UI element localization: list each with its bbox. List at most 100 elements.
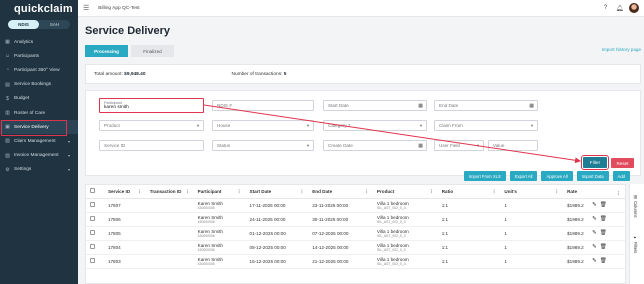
edit-icon[interactable]: ✎ — [592, 216, 597, 222]
user-field-select[interactable]: User Field ▼ — [434, 140, 484, 151]
claim-icon: ▧ — [5, 138, 10, 145]
column-menu-icon[interactable]: ⋮ — [616, 191, 621, 197]
row-checkbox[interactable] — [90, 216, 95, 221]
tab-finalized[interactable]: Finalized — [131, 45, 174, 57]
product-name: Villa 1 bedroom — [376, 242, 409, 248]
toggle-ndis[interactable]: NDIS — [8, 20, 39, 29]
sidebar-item-invoice-management[interactable]: ▨ Invoice Management ▾ — [0, 149, 78, 163]
service-id-cell: 17803 — [103, 254, 146, 269]
trash-icon[interactable]: 🗑︎ — [600, 258, 607, 264]
col-service-id[interactable]: Service ID ⋮ — [103, 185, 146, 199]
row-checkbox[interactable] — [90, 230, 95, 235]
end-date-input[interactable]: End Date ▦ — [434, 100, 538, 111]
col-participant[interactable]: Participant ⋮ — [193, 185, 246, 199]
sidebar-item-budget[interactable]: $ Budget — [0, 92, 78, 106]
sidebar-item-analytics[interactable]: ▦ Analytics — [0, 35, 78, 49]
trash-icon[interactable]: 🗑︎ — [600, 216, 607, 222]
table-row[interactable]: 17803 Karen Smith 430000006 15-12-2025 00:0… — [86, 254, 625, 269]
import-xls-button[interactable]: Import From XLS — [463, 171, 506, 181]
calendar-icon[interactable]: ▦ — [418, 143, 423, 149]
import-history-link[interactable]: Import history page — [602, 47, 641, 52]
tab-processing[interactable]: Processing — [85, 45, 128, 57]
calendar-icon[interactable]: ▦ — [418, 103, 423, 109]
category-select[interactable]: Category 7 ▼ — [323, 120, 427, 131]
menu-icon[interactable]: ☰ — [83, 4, 89, 12]
edit-icon[interactable]: ✎ — [592, 258, 597, 264]
approve-all-button[interactable]: Approve All — [541, 171, 573, 181]
export-all-button[interactable]: Export All — [509, 171, 538, 181]
col-rate[interactable]: Rate — [563, 185, 589, 199]
import-data-button[interactable]: Import Data — [576, 171, 609, 181]
row-checkbox[interactable] — [90, 202, 95, 207]
claim-from-select[interactable]: Claim From ▼ — [434, 120, 538, 131]
house-select[interactable]: House ▼ — [212, 120, 314, 131]
select-all-checkbox[interactable] — [90, 188, 95, 194]
columns-panel-toggle[interactable]: ▥ Columns — [633, 194, 638, 218]
status-tabs: Processing Finalized — [85, 45, 177, 57]
column-menu-icon[interactable]: ⋮ — [137, 189, 142, 195]
table-row[interactable]: 17807 Karen Smith 430000006 17-11-2025 00:0… — [86, 198, 625, 213]
reset-button[interactable]: Reset — [611, 158, 634, 168]
sidebar-item-service-bookings[interactable]: ▤ Service Bookings — [0, 78, 78, 92]
col-start-date[interactable]: Start Date ⋮ — [245, 185, 309, 199]
sidebar-item-participant-360-view[interactable]: ◔ Participant 360° View — [0, 63, 78, 77]
table-row[interactable]: 17806 Karen Smith 430000006 24-11-2025 00:0… — [86, 212, 625, 227]
trash-icon[interactable]: 🗑︎ — [600, 244, 607, 250]
status-select[interactable]: Status ▼ — [212, 140, 314, 151]
program-toggle[interactable]: NDIS SAH — [8, 20, 70, 29]
service-id-input[interactable]: Service ID — [99, 140, 204, 151]
add-button[interactable]: Add — [612, 171, 630, 181]
col-units[interactable]: Unit's ⋮ — [500, 185, 564, 199]
column-menu-icon[interactable]: ⋮ — [185, 189, 190, 195]
create-date-input[interactable]: Create Date ▦ — [323, 140, 427, 151]
participant-name: Karen Smith — [197, 242, 223, 248]
col-end-date[interactable]: End Date ⋮ — [308, 185, 373, 199]
row-checkbox[interactable] — [90, 244, 95, 249]
product-cell: Villa 1 bedroom SIL_AST_002_0_3 — [372, 240, 438, 255]
table-row[interactable]: 17804 Karen Smith 430000006 08-12-2025 00:0… — [86, 240, 625, 255]
table-row[interactable]: 17805 Karen Smith 430000006 01-12-2025 00:0… — [86, 226, 625, 241]
column-menu-icon[interactable]: ⋮ — [555, 189, 560, 195]
col-ratio[interactable]: Ratio ⋮ — [437, 185, 501, 199]
status-placeholder: Status — [217, 143, 231, 148]
col-transaction-id[interactable]: Transaction ID ⋮ — [145, 185, 194, 199]
bell-icon[interactable]: 🔔︎ — [615, 4, 624, 13]
trash-icon[interactable]: 🗑︎ — [600, 202, 607, 208]
trash-icon[interactable]: 🗑︎ — [600, 230, 607, 236]
column-menu-icon[interactable]: ⋮ — [300, 189, 305, 195]
row-checkbox[interactable] — [90, 258, 95, 263]
service-delivery-icon: ▣ — [5, 124, 10, 131]
column-menu-icon[interactable]: ⋮ — [429, 189, 434, 195]
participant-cell: Karen Smith 430000006 — [193, 254, 246, 269]
column-menu-icon[interactable]: ⋮ — [492, 189, 497, 195]
column-menu-icon[interactable]: ⋮ — [364, 189, 369, 195]
sidebar-item-roster-of-care[interactable]: ▥ Roster of Care — [0, 106, 78, 120]
product-select[interactable]: Product ▼ — [99, 120, 204, 131]
sidebar-item-settings[interactable]: ⚙ Settings ▾ — [0, 163, 78, 177]
sidebar-item-claim-management[interactable]: ▧ Claim Management ▾ — [0, 134, 78, 148]
start-date-input[interactable]: Start Date ▦ — [323, 100, 427, 111]
ndis-number-input[interactable]: NDIS # — [212, 100, 314, 111]
column-menu-icon[interactable]: ⋮ — [237, 189, 242, 195]
avatar[interactable] — [629, 3, 639, 13]
sidebar-item-label: Claim Management — [14, 138, 56, 144]
sidebar-item-participants[interactable]: ☺ Participants — [0, 49, 78, 63]
value-input[interactable]: Value — [488, 140, 538, 151]
edit-icon[interactable]: ✎ — [592, 244, 597, 250]
sidebar-item-service-delivery[interactable]: ▣ Service Delivery — [0, 120, 78, 137]
participant-field[interactable]: Participant karen smith — [99, 98, 204, 113]
help-icon[interactable]: ? — [601, 4, 610, 13]
filter-button[interactable]: Filter — [581, 155, 609, 170]
filters-panel-toggle[interactable]: ⏷ Filters — [633, 236, 638, 253]
ratio-cell: 1:1 — [437, 240, 501, 255]
rate-cell: $1989.2 — [563, 254, 589, 269]
edit-icon[interactable]: ✎ — [592, 230, 597, 236]
col-actions: ⋮ — [588, 185, 625, 199]
toggle-sah[interactable]: SAH — [39, 20, 70, 29]
calendar-icon[interactable]: ▦ — [529, 103, 534, 109]
col-product[interactable]: Product ⋮ — [372, 185, 438, 199]
sidebar-item-label: Service Bookings — [14, 82, 52, 88]
edit-icon[interactable]: ✎ — [592, 202, 597, 208]
filter-panel: Participant karen smith NDIS # Start Dat… — [85, 90, 641, 176]
product-cell: Villa 1 bedroom SIL_AST_002_0_3 — [372, 254, 438, 269]
